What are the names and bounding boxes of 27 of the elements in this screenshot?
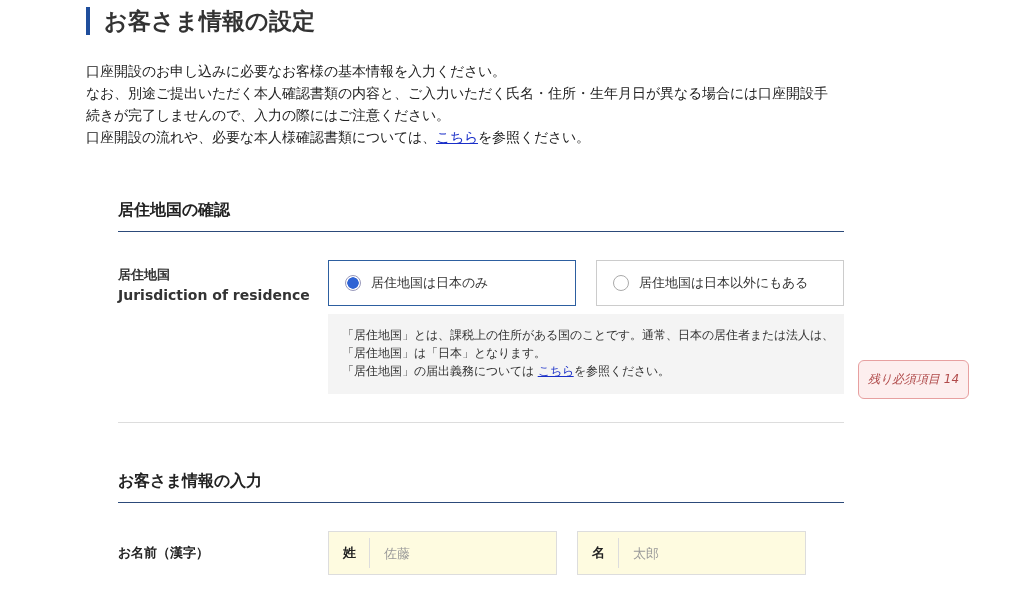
field-label: お名前（漢字） [118, 544, 210, 562]
input-field[interactable]: 佐藤 [370, 544, 556, 562]
section-title: 居住地国の確認 [118, 200, 844, 232]
text-line: 「居住地国」の届出義務については こちら を参照ください。 [342, 363, 671, 380]
link[interactable]: こちら [537, 364, 574, 378]
link[interactable]: こちら [436, 129, 478, 145]
text-line: なお、別途ご提出いただく本人確認書類の内容と、ご入力いただく氏名・住所・生年月日が異なる場合には口座開設手 [86, 84, 829, 103]
field-prefix-label: 名 [578, 538, 619, 568]
input-field[interactable]: 太郎 [619, 544, 805, 562]
field-label: Jurisdiction of residence [118, 286, 311, 305]
field-prefix-label: 姓 [329, 538, 370, 568]
radio-option[interactable]: 居住地国は日本以外にもある [596, 260, 844, 306]
name-field[interactable]: 名 太郎 [577, 531, 806, 575]
name-field[interactable]: 姓 佐藤 [328, 531, 557, 575]
section-title: お客さま情報の入力 [118, 471, 844, 503]
radio-selected-icon[interactable] [345, 275, 361, 291]
text-line: 「居住地国」は「日本」となります。 [342, 345, 547, 362]
text-line: 口座開設のお申し込みに必要なお客様の基本情報を入力ください。 [86, 62, 507, 81]
text-line: 「居住地国」とは、課税上の住所がある国のことです。通常、日本の居住者または法人は、 [342, 327, 835, 344]
page-title: お客さま情報の設定 [104, 6, 315, 36]
remaining-required-badge: 残り必須項目 14 [858, 360, 970, 399]
title-accent-bar [86, 7, 90, 35]
field-label: 居住地国 [118, 266, 171, 284]
radio-icon[interactable] [613, 275, 629, 291]
text-line: 続きが完了しませんので、入力の際にはご注意ください。 [86, 106, 451, 125]
radio-option[interactable]: 居住地国は日本のみ [328, 260, 576, 306]
text-line: 口座開設の流れや、必要な本人様確認書類については、こちら を参照ください。 [86, 128, 591, 147]
